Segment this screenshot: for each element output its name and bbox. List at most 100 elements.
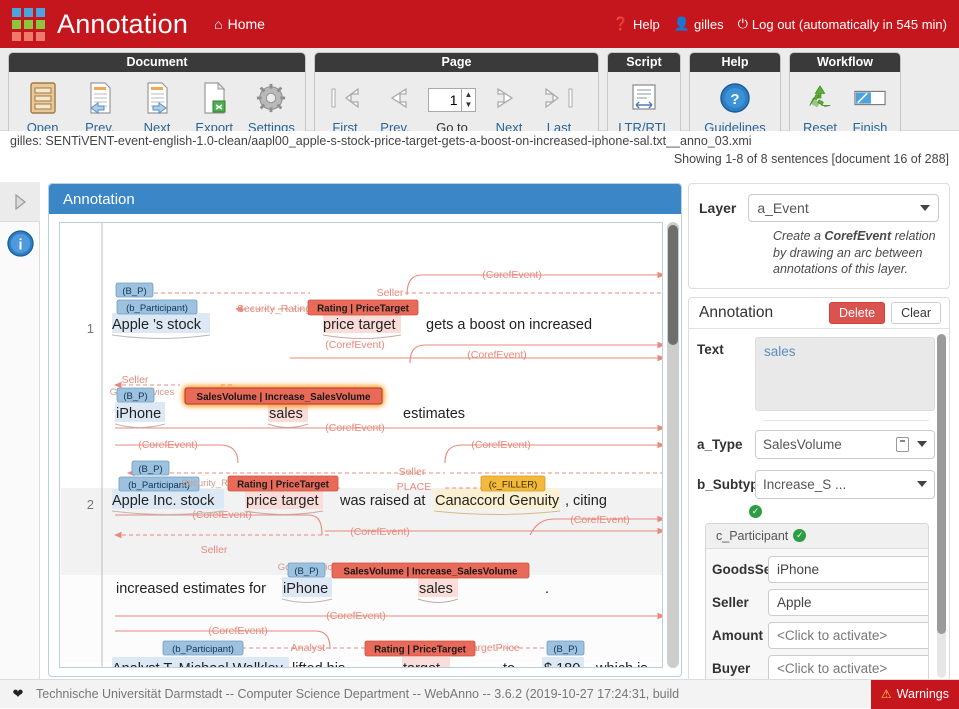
page-last-button[interactable]: Last xyxy=(535,76,583,135)
annotation-card-body: Text sales a_Type SalesVolume b_Subtyp I… xyxy=(689,329,949,683)
annotation-label: (B_P) xyxy=(553,644,577,655)
amount-input[interactable]: <Click to activate> xyxy=(768,622,929,649)
ribbon-group-page: Page First Prev. ▲ ▼ xyxy=(314,52,599,139)
spinner-down-icon[interactable]: ▼ xyxy=(462,100,476,110)
goodsservices-input[interactable]: iPhone xyxy=(768,556,929,583)
user-link[interactable]: 👤 gilles xyxy=(674,16,724,32)
open-button[interactable]: Open xyxy=(15,76,70,135)
b-subtype-select[interactable]: Increase_S ... xyxy=(755,470,935,499)
annotation-scrollbar-thumb[interactable] xyxy=(668,225,678,345)
sidebar-scrollbar-thumb[interactable] xyxy=(937,334,946,634)
token-text: sales xyxy=(269,406,303,422)
delete-button[interactable]: Delete xyxy=(829,302,885,324)
svg-text:(CorefEvent): (CorefEvent) xyxy=(326,610,386,622)
c-participant-title: c_Participant xyxy=(716,529,788,543)
ribbon-group-workflow: Workflow Reset Finish xyxy=(789,52,901,139)
home-icon: ⌂ xyxy=(214,16,222,32)
amount-label: Amount xyxy=(712,628,774,643)
svg-text:(CorefEvent): (CorefEvent) xyxy=(325,339,385,351)
sidebar-expand-button[interactable] xyxy=(0,182,40,222)
left-sidebar-rail: i xyxy=(0,182,40,679)
svg-text:(CorefEvent): (CorefEvent) xyxy=(467,349,527,361)
reset-button[interactable]: Reset xyxy=(796,76,844,135)
field-divider xyxy=(763,420,929,421)
sidebar-scrollbar[interactable] xyxy=(937,334,946,678)
play-triangle-icon xyxy=(12,193,28,211)
page-goto-group: ▲ ▼ Go to xyxy=(421,80,483,135)
sentence-row[interactable]: Apple Inc. stock price target was raised… xyxy=(112,461,607,515)
help-link[interactable]: ❓ Help xyxy=(613,16,660,32)
annotation-scrollbar[interactable] xyxy=(667,222,679,668)
keyboard-binding-icon xyxy=(896,437,909,452)
annotation-svg[interactable]: 1 2 3 xyxy=(60,223,663,668)
token-text: iPhone xyxy=(283,581,328,597)
ltr-rtl-button[interactable]: LTR/RTL xyxy=(614,76,674,135)
logout-link[interactable]: ⏻ Log out (automatically in 545 min) xyxy=(738,16,947,32)
page-number-input[interactable] xyxy=(428,88,462,112)
svg-text:i: i xyxy=(18,237,22,253)
token-text: estimates xyxy=(403,406,465,422)
warnings-button[interactable]: ⚠ Warnings xyxy=(871,680,959,709)
page-prev-button[interactable]: Prev. xyxy=(371,76,419,135)
svg-text:Seller: Seller xyxy=(122,374,149,386)
svg-text:PLACE: PLACE xyxy=(397,481,431,493)
toolbar-ribbon: Document Open Prev. Next xyxy=(0,48,959,131)
chevron-down-icon xyxy=(917,441,927,447)
token-text: was raised at xyxy=(339,493,425,509)
annotation-text-input[interactable]: sales xyxy=(755,337,935,411)
svg-text:Seller: Seller xyxy=(377,287,404,299)
chevron-down-icon xyxy=(917,481,927,487)
buyer-input[interactable]: <Click to activate> xyxy=(768,655,929,682)
text-field-row: Text sales xyxy=(697,337,935,411)
home-link[interactable]: ⌂ Home xyxy=(214,16,265,32)
gear-icon xyxy=(255,78,287,118)
token-text: target xyxy=(403,661,440,668)
recycle-icon xyxy=(805,78,835,118)
document-info-bar: gilles: SENTiVENT-event-english-1.0-clea… xyxy=(0,131,959,179)
warnings-label: Warnings xyxy=(897,687,949,701)
brat-annotation-view[interactable]: 1 2 3 xyxy=(59,222,663,668)
annotation-label: (B_P) xyxy=(123,391,147,402)
finish-button[interactable]: Finish xyxy=(846,76,894,135)
layer-select[interactable]: a_Event xyxy=(748,194,939,222)
app-title: Annotation xyxy=(57,9,188,40)
app-footer: ❤ Technische Universität Darmstadt -- Co… xyxy=(0,679,959,708)
settings-button[interactable]: Settings xyxy=(244,76,299,135)
page-spinner[interactable]: ▲ ▼ xyxy=(462,88,477,112)
spinner-up-icon[interactable]: ▲ xyxy=(462,90,476,100)
document-prev-button[interactable]: Prev. xyxy=(72,76,127,135)
svg-text:(CorefEvent): (CorefEvent) xyxy=(570,514,630,526)
help-label: Help xyxy=(633,17,660,32)
sentence-row[interactable]: Apple 's stock price target gets a boost… xyxy=(112,283,592,339)
question-circle-icon: ❓ xyxy=(613,16,629,32)
seller-input[interactable]: Apple xyxy=(768,589,929,616)
sentence-row[interactable]: Analyst T. Michael Walkley lifted his ta… xyxy=(112,641,648,668)
annotation-label: Rating | PriceTarget xyxy=(374,645,467,656)
a-type-select[interactable]: SalesVolume xyxy=(755,430,935,459)
token-text: Analyst T. Michael Walkley xyxy=(112,661,284,668)
guidelines-button[interactable]: ? Guidelines xyxy=(696,76,774,135)
export-button[interactable]: Export xyxy=(187,76,242,135)
first-arrow-icon xyxy=(328,78,362,118)
document-next-button[interactable]: Next xyxy=(129,76,184,135)
ribbon-group-script: Script LTR/RTL xyxy=(607,52,681,139)
page-next-button[interactable]: Next xyxy=(485,76,533,135)
annotation-detail-card: Annotation Delete Clear Text sales a_Typ… xyxy=(688,297,950,683)
annotation-card-title: Annotation xyxy=(699,304,773,322)
b-subtype-valid-icon: ✓ xyxy=(749,505,762,518)
svg-text:(CorefEvent): (CorefEvent) xyxy=(471,439,531,451)
clear-button[interactable]: Clear xyxy=(891,302,941,324)
last-arrow-icon xyxy=(542,78,576,118)
token-text: Canaccord Genuity xyxy=(435,493,560,509)
info-button[interactable]: i xyxy=(0,222,40,264)
selected-annotation: SalesVolume | Increase_SalesVolume xyxy=(185,388,382,404)
footer-text: Technische Universität Darmstadt -- Comp… xyxy=(36,687,679,701)
page-first-button[interactable]: First xyxy=(321,76,369,135)
sentence-row[interactable]: iPhone sales estimates GoodsServices (B_… xyxy=(110,387,465,428)
svg-text:?: ? xyxy=(730,91,739,108)
svg-text:Seller: Seller xyxy=(201,544,228,556)
token-text: , citing xyxy=(565,493,607,509)
header-actions: ❓ Help 👤 gilles ⏻ Log out (automatically… xyxy=(613,16,947,32)
ribbon-group-help-title: Help xyxy=(690,53,780,72)
annotation-panel-title: Annotation xyxy=(49,184,681,214)
